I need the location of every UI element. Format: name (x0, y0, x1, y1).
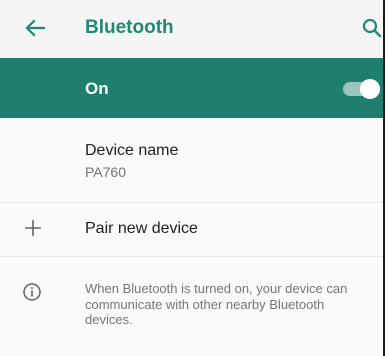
bluetooth-master-switch-bar[interactable]: On (0, 58, 383, 118)
search-button[interactable] (362, 14, 388, 42)
pair-new-device-row[interactable]: Pair new device (0, 202, 383, 257)
info-icon (23, 283, 41, 301)
toggle-thumb (360, 79, 380, 99)
bluetooth-settings-screen: Bluetooth On Device name PA760 Pair new … (0, 0, 385, 356)
arrow-left-icon (25, 19, 45, 37)
bluetooth-info-text: When Bluetooth is turned on, your device… (85, 281, 348, 327)
page-title: Bluetooth (85, 17, 174, 38)
device-name-value: PA760 (85, 164, 126, 180)
pair-new-device-label: Pair new device (85, 220, 198, 237)
search-icon (362, 18, 382, 38)
device-name-title: Device name (85, 142, 179, 159)
bluetooth-toggle[interactable] (343, 79, 383, 99)
bluetooth-info-row: When Bluetooth is turned on, your device… (0, 256, 383, 356)
back-button[interactable] (21, 14, 49, 42)
plus-icon (25, 220, 41, 236)
device-name-row[interactable]: Device name PA760 (0, 118, 383, 203)
app-bar: Bluetooth (0, 0, 383, 58)
master-switch-label: On (85, 79, 109, 98)
